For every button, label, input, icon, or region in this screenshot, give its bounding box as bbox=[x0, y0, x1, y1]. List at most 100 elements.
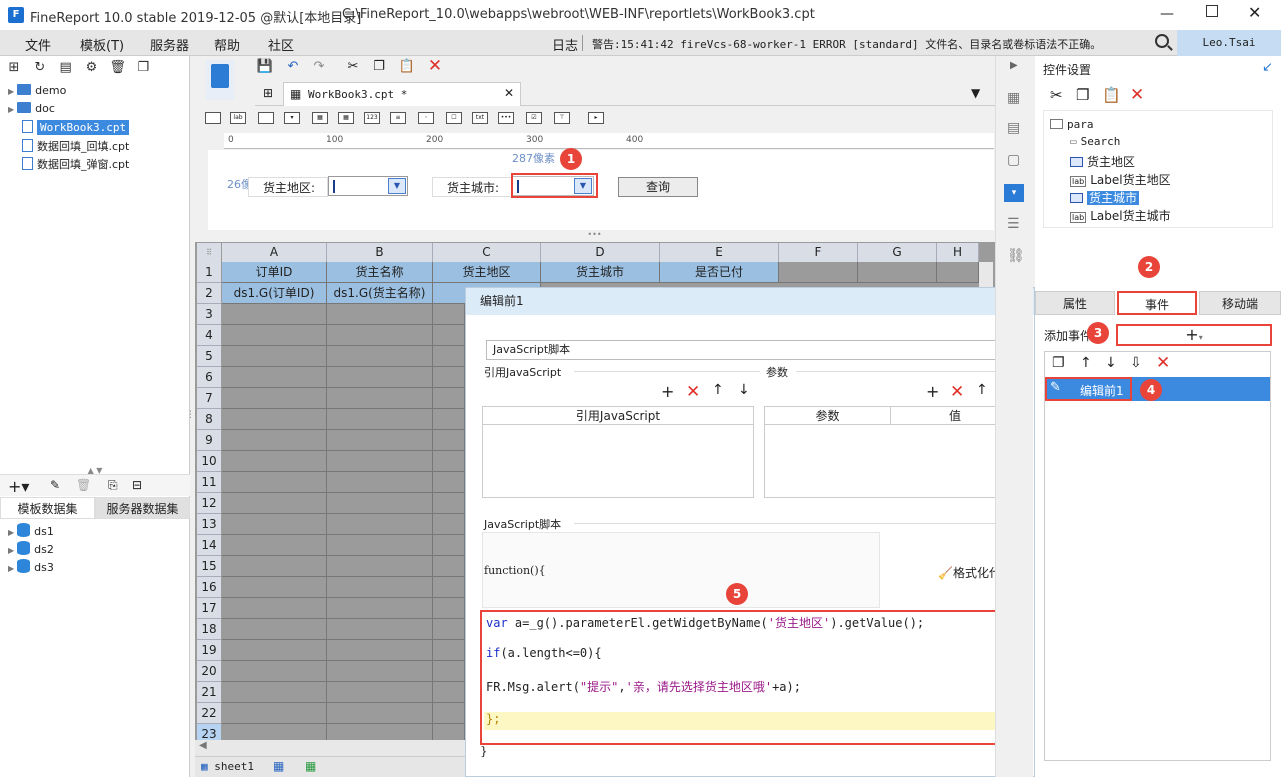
delete-widget-icon[interactable]: ✕ bbox=[1130, 85, 1144, 105]
param-list[interactable]: 参数 值 bbox=[764, 406, 1020, 498]
tree-item-demo[interactable]: ▶ demo bbox=[8, 84, 66, 102]
table-cell[interactable] bbox=[327, 304, 433, 325]
table-cell[interactable] bbox=[433, 304, 465, 325]
table-cell[interactable]: ds1.G(货主名称) bbox=[327, 283, 433, 304]
row-header[interactable]: 3 bbox=[197, 304, 221, 325]
row-header[interactable]: 1 bbox=[197, 262, 221, 283]
table-cell[interactable] bbox=[222, 430, 327, 451]
password-widget-icon[interactable]: ••• bbox=[498, 112, 514, 124]
cut-icon[interactable]: ✂ bbox=[344, 58, 362, 76]
horizontal-scrollbar[interactable]: ◀ bbox=[195, 740, 465, 756]
add-sheet-alt-icon[interactable]: ▦ bbox=[305, 759, 316, 773]
row-header[interactable]: 21 bbox=[197, 682, 221, 703]
table-cell[interactable] bbox=[327, 535, 433, 556]
refresh-icon[interactable]: ↻ bbox=[32, 60, 48, 76]
paste-icon[interactable]: 📋 bbox=[398, 58, 416, 76]
copy-icon[interactable]: ❐ bbox=[370, 58, 388, 76]
table-cell[interactable] bbox=[327, 619, 433, 640]
maximize-icon[interactable] bbox=[1206, 5, 1218, 17]
cut-widget-icon[interactable]: ✂ bbox=[1050, 86, 1063, 104]
column-header[interactable]: H bbox=[937, 243, 979, 262]
list-icon[interactable]: ☰ bbox=[1007, 216, 1020, 232]
table-cell[interactable] bbox=[222, 472, 327, 493]
table-cell[interactable] bbox=[222, 514, 327, 535]
table-cell[interactable] bbox=[222, 577, 327, 598]
table-cell[interactable] bbox=[222, 346, 327, 367]
layout-icon[interactable]: ▦ bbox=[1007, 90, 1020, 106]
table-cell[interactable]: 订单ID bbox=[222, 262, 327, 283]
table-cell[interactable] bbox=[327, 493, 433, 514]
table-cell[interactable] bbox=[433, 325, 465, 346]
new-folder-icon[interactable]: ⊞ bbox=[6, 60, 22, 76]
table-cell[interactable]: 货主地区 bbox=[433, 262, 541, 283]
row-header[interactable]: 19 bbox=[197, 640, 221, 661]
tab-template-datasets[interactable]: 模板数据集 bbox=[0, 497, 95, 519]
row-header[interactable]: 8 bbox=[197, 409, 221, 430]
copy-widget-icon[interactable]: ❐ bbox=[1076, 86, 1089, 104]
panel-splitter[interactable]: ••• bbox=[195, 231, 994, 241]
tree-item-label-city[interactable]: lab Label货主城市 bbox=[1070, 207, 1171, 224]
delete-ref-icon[interactable]: ✕ bbox=[686, 382, 700, 402]
splitter-handle[interactable]: ▲ ▼ bbox=[0, 466, 190, 475]
close-window-icon[interactable]: ✕ bbox=[1248, 3, 1261, 22]
region-combo[interactable]: ▼ bbox=[328, 176, 408, 196]
dataset-settings-icon[interactable]: ⊟ bbox=[132, 478, 142, 492]
tree-root-para[interactable]: para bbox=[1050, 117, 1094, 131]
add-dataset-icon[interactable]: +▾ bbox=[8, 477, 29, 496]
delete-event-icon[interactable]: ✕ bbox=[1156, 353, 1170, 373]
row-header[interactable]: 11 bbox=[197, 472, 221, 493]
row-header[interactable]: 17 bbox=[197, 598, 221, 619]
textbox-widget-icon[interactable] bbox=[258, 112, 274, 124]
sheet-tab[interactable]: ▦ sheet1 bbox=[201, 760, 254, 773]
menu-server[interactable]: 服务器 bbox=[150, 35, 189, 54]
table-cell[interactable] bbox=[327, 367, 433, 388]
column-header[interactable]: D bbox=[541, 243, 660, 262]
table-cell[interactable] bbox=[433, 619, 465, 640]
table-cell[interactable] bbox=[779, 262, 858, 283]
move-up-ref-icon[interactable]: ↑ bbox=[712, 382, 724, 398]
tree-item-search[interactable]: ▭ Search bbox=[1070, 135, 1120, 148]
tab-mobile[interactable]: 移动端 bbox=[1199, 291, 1281, 315]
table-cell[interactable] bbox=[433, 577, 465, 598]
row-header[interactable]: 22 bbox=[197, 703, 221, 724]
date-widget-icon[interactable]: ▦ bbox=[312, 112, 328, 124]
log-button[interactable]: 日志 bbox=[552, 35, 578, 54]
table-cell[interactable]: ds1.G(订单ID) bbox=[222, 283, 327, 304]
table-cell[interactable] bbox=[327, 430, 433, 451]
table-cell[interactable] bbox=[433, 682, 465, 703]
user-badge[interactable]: Leo.Tsai bbox=[1177, 30, 1281, 56]
table-cell[interactable] bbox=[327, 682, 433, 703]
move-down-ref-icon[interactable]: ↓ bbox=[738, 382, 750, 398]
table-cell[interactable] bbox=[327, 703, 433, 724]
editor-tab[interactable]: ▦ WorkBook3.cpt * ✕ bbox=[283, 82, 521, 106]
table-cell[interactable] bbox=[327, 598, 433, 619]
menu-template[interactable]: 模板(T) bbox=[80, 35, 124, 54]
table-cell[interactable]: 货主名称 bbox=[327, 262, 433, 283]
undo-icon[interactable]: ↶ bbox=[284, 58, 302, 76]
expand-icon[interactable]: ▶ bbox=[1010, 60, 1018, 71]
column-header[interactable]: F bbox=[779, 243, 858, 262]
table-cell[interactable] bbox=[433, 535, 465, 556]
row-header[interactable]: 2 bbox=[197, 283, 221, 304]
txt-widget-icon[interactable]: txt bbox=[472, 112, 488, 124]
report-icon[interactable]: ▤ bbox=[1007, 120, 1020, 136]
table-cell[interactable]: 货主城市 bbox=[541, 262, 660, 283]
table-cell[interactable] bbox=[433, 388, 465, 409]
table-cell[interactable] bbox=[222, 598, 327, 619]
combo-widget-icon[interactable]: ▾ bbox=[284, 112, 300, 124]
grid-icon[interactable]: ⊞ bbox=[263, 86, 273, 100]
table-cell[interactable] bbox=[222, 619, 327, 640]
table-cell[interactable] bbox=[327, 451, 433, 472]
table-cell[interactable] bbox=[327, 661, 433, 682]
table-cell[interactable] bbox=[327, 388, 433, 409]
row-header[interactable]: 18 bbox=[197, 619, 221, 640]
script-type-select[interactable]: JavaScript脚本⌄ bbox=[486, 340, 1016, 360]
copy-event-icon[interactable]: ❐ bbox=[1052, 355, 1065, 371]
table-cell[interactable] bbox=[433, 703, 465, 724]
add-sheet-icon[interactable]: ▦ bbox=[273, 759, 284, 773]
table-cell[interactable] bbox=[433, 430, 465, 451]
delete-dataset-icon[interactable]: 🗑 bbox=[76, 478, 91, 492]
table-cell[interactable] bbox=[937, 262, 979, 283]
table-cell[interactable] bbox=[222, 493, 327, 514]
tab-properties[interactable]: 属性 bbox=[1035, 291, 1115, 315]
